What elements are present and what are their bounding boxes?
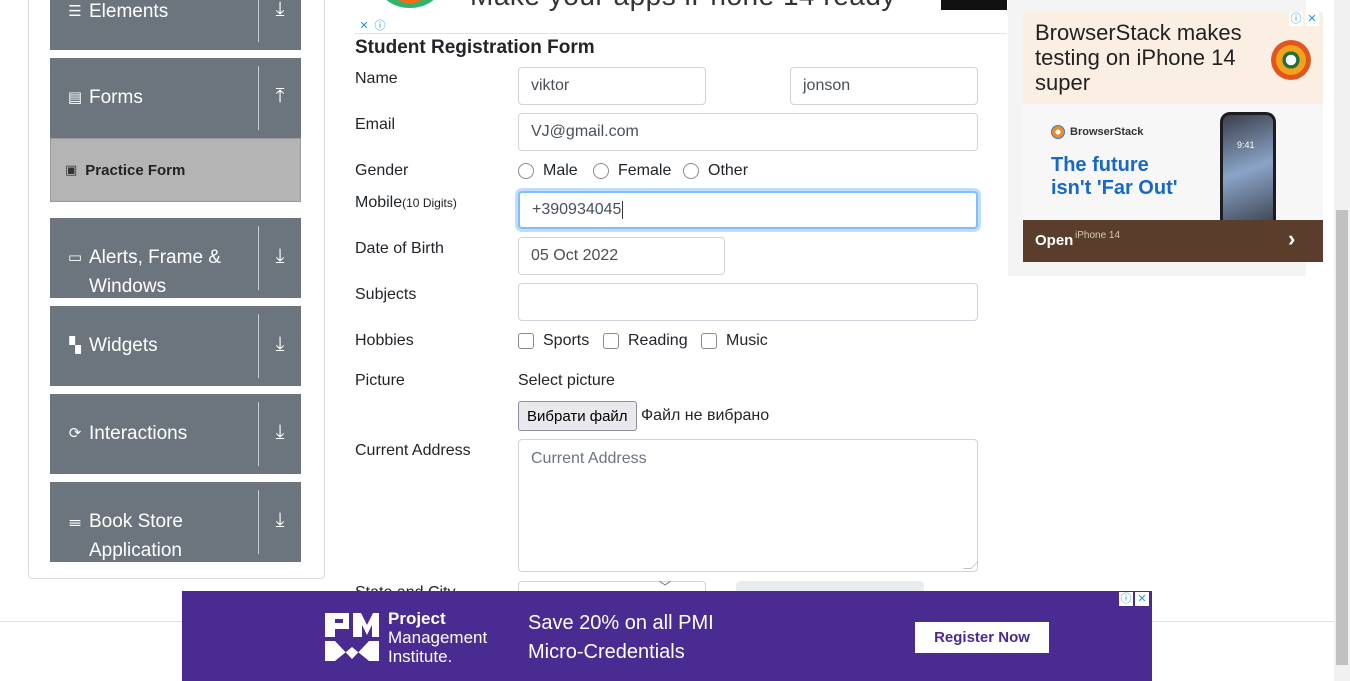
checkbox-label: Music [726,332,768,349]
sidebar-group-book-store[interactable]: 𝍢 Book Store Application ⤓ [50,482,301,562]
email-input[interactable]: VJ@gmail.com [518,113,978,151]
sidebar-group-label: Elements [89,1,169,22]
mobile-input[interactable]: +390934045 [518,191,978,229]
ad-close-icon[interactable]: ✕ [357,19,371,33]
sidebar-group-label: Widgets [89,335,158,356]
download-arrow-icon[interactable]: ⤓ [259,306,301,386]
radio-label: Female [618,162,672,179]
download-arrow-icon[interactable]: ⤓ [259,482,301,562]
hobby-reading-checkbox[interactable]: Reading [603,332,688,350]
form-title: Student Registration Form [355,37,595,58]
sidebar-item-label: Practice Form [85,161,186,179]
document-icon: ▤ [67,89,83,106]
hamburger-icon: ☰ [68,3,82,20]
brand-logo-icon [1051,125,1065,139]
file-status-text: Файл не вибрано [641,407,770,424]
sidebar-group-label: Forms [89,87,143,108]
checkbox[interactable] [518,333,534,349]
mobile-label: Mobile(10 Digits) [355,194,457,211]
ad-org-name: Project Management Institute. [388,609,488,666]
page: ☰ Elements ⤓ ▤ Forms ⤒ ▣ Practice Form ▭… [0,0,1350,681]
ad-offer: Save 20% on all PMI Micro-Credentials [528,612,714,663]
sidebar-group-widgets[interactable]: ▚ Widgets ⤓ [50,306,301,386]
ad-close-icon[interactable]: ✕ [1305,12,1319,26]
radio-label: Male [543,162,578,179]
window-icon: ▭ [67,249,83,266]
widgets-icon: ▚ [69,337,81,354]
hobbies-label: Hobbies [355,332,414,349]
name-label: Name [355,70,398,87]
hobby-sports-checkbox[interactable]: Sports [518,332,589,350]
subjects-label: Subjects [355,286,417,303]
ad-headline: BrowserStack makes testing on iPhone 14 … [1035,20,1242,95]
ad-info-icon[interactable]: ⓘ [373,19,387,33]
browserstack-logo-icon [1271,40,1311,80]
choose-file-button[interactable]: Вибрати файл [518,401,637,431]
email-label: Email [355,116,396,133]
checkbox-label: Reading [628,332,688,349]
scrollbar-thumb[interactable] [1336,210,1348,665]
ad-tagline: The future isn't 'Far Out' [1051,154,1178,199]
chevron-right-icon[interactable]: › [1288,226,1295,252]
text-caret [622,201,624,219]
gender-other-radio[interactable]: Other [683,162,748,180]
ad-headline: Make your apps iPhone 14 ready [470,0,896,12]
sidebar-item-practice-form[interactable]: ▣ Practice Form [50,138,301,202]
subjects-input[interactable] [518,283,978,321]
ad-brand: BrowserStack [1051,125,1143,139]
checkbox[interactable] [701,333,717,349]
select-picture-label: Select picture [518,372,615,389]
books-icon: 𝍢 [68,513,82,530]
sidebar-group-label: Interactions [89,423,188,444]
download-arrow-icon[interactable]: ⤓ [259,0,301,50]
gender-male-radio[interactable]: Male [518,162,578,180]
download-arrow-icon[interactable]: ⤓ [259,218,301,298]
form-icon: ▣ [65,162,78,177]
sidebar-group-elements[interactable]: ☰ Elements ⤓ [50,0,301,50]
hobby-music-checkbox[interactable]: Music [701,332,768,350]
textarea-placeholder: Current Address [531,450,647,467]
checkbox[interactable] [603,333,619,349]
download-arrow-icon[interactable]: ⤓ [259,394,301,474]
top-ad-banner[interactable]: Make your apps iPhone 14 ready ✕ ⓘ [355,0,1007,34]
sidebar-group-label: Book Store Application [89,511,183,561]
ad-close-icon[interactable]: ✕ [1135,592,1149,606]
gender-label: Gender [355,162,409,179]
ad-logo [379,0,441,8]
ad-product: iPhone 14 [1075,230,1121,241]
register-now-button[interactable]: Register Now [915,622,1049,653]
sidebar-group-alerts[interactable]: ▭ Alerts, Frame & Windows ⤓ [50,218,301,298]
radio-button[interactable] [518,163,534,179]
current-address-textarea[interactable]: Current Address [518,439,979,572]
first-name-input[interactable]: viktor [518,67,706,105]
resize-grip-icon[interactable] [963,561,979,569]
side-ad-banner[interactable]: BrowserStack makes testing on iPhone 14 … [1008,0,1323,276]
last-name-input[interactable]: jonson [790,67,978,105]
phone-time: 9:41 [1237,140,1255,150]
ad-cta-button[interactable] [941,0,1007,10]
radio-button[interactable] [593,163,609,179]
current-address-label: Current Address [355,442,471,459]
mobile-hint: (10 Digits) [402,196,457,210]
ad-info-icon[interactable]: ⓘ [1289,12,1303,26]
radio-button[interactable] [683,163,699,179]
upload-arrow-icon[interactable]: ⤒ [259,58,301,138]
radio-label: Other [708,162,749,179]
ad-open-button[interactable]: Open [1035,232,1073,249]
gender-female-radio[interactable]: Female [593,162,671,180]
checkbox-label: Sports [543,332,590,349]
sidebar-group-interactions[interactable]: ⟳ Interactions ⤓ [50,394,301,474]
dob-label: Date of Birth [355,240,444,257]
page-scrollbar[interactable] [1334,0,1350,681]
dob-input[interactable]: 05 Oct 2022 [518,237,725,275]
pmi-logo-icon [325,613,379,661]
bottom-ad-banner[interactable]: Project Management Institute. Save 20% o… [182,591,1152,681]
ad-info-icon[interactable]: ⓘ [1119,592,1133,606]
sidebar-group-forms[interactable]: ▤ Forms ⤒ [50,58,301,138]
picture-label: Picture [355,372,405,389]
sidebar-group-label: Alerts, Frame & Windows [89,247,221,297]
interactions-icon: ⟳ [68,425,82,442]
